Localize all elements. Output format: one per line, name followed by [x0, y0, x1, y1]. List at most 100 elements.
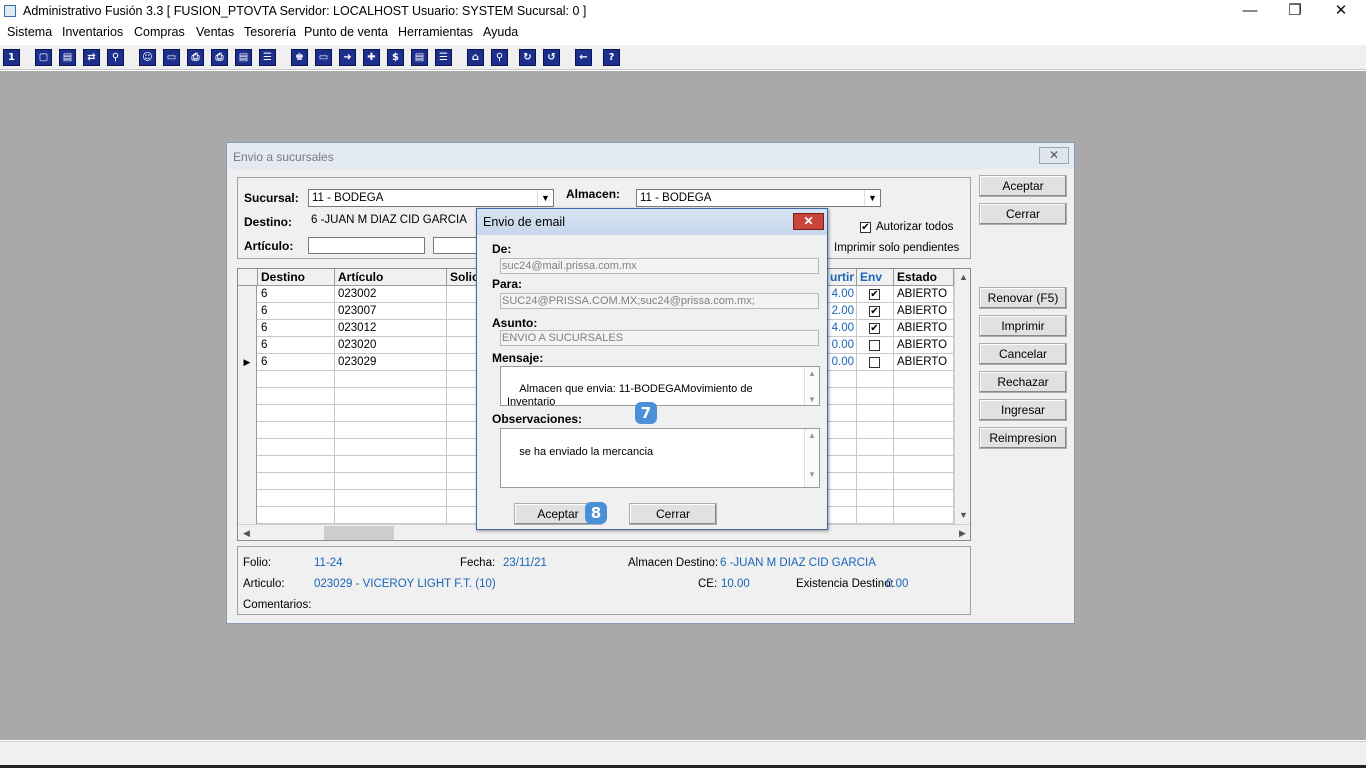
cell-estado[interactable]: ABIERTO — [894, 320, 954, 337]
scroll-right-icon[interactable]: ▶ — [954, 525, 970, 540]
refresh-icon[interactable]: ↻ — [519, 49, 536, 66]
cell-destino[interactable] — [258, 405, 335, 422]
aceptar-button[interactable]: Aceptar — [979, 175, 1067, 197]
home-icon[interactable]: ⌂ — [467, 49, 484, 66]
cell-env[interactable] — [857, 337, 894, 354]
autorizar-todos-checkbox[interactable]: ✔ — [860, 222, 871, 233]
cell-surtir[interactable]: 0.00 — [827, 354, 857, 371]
header-env[interactable]: Env — [857, 269, 894, 286]
header-destino[interactable]: Destino — [258, 269, 335, 286]
env-checkbox[interactable]: ✔ — [869, 323, 880, 334]
transfer-icon[interactable]: ⇄ — [83, 49, 100, 66]
table-icon[interactable]: ☰ — [435, 49, 452, 66]
cell-destino[interactable]: 6 — [258, 320, 335, 337]
cell-estado[interactable] — [894, 490, 954, 507]
row-header[interactable] — [238, 456, 257, 473]
renovar-button[interactable]: Renovar (F5) — [979, 287, 1067, 309]
asunto-field[interactable]: ENVIO A SUCURSALES — [500, 330, 819, 346]
people-icon[interactable]: ♚ — [291, 49, 308, 66]
menu-ventas[interactable]: Ventas — [196, 25, 234, 39]
cell-surtir[interactable] — [827, 405, 857, 422]
cell-destino[interactable]: 6 — [258, 354, 335, 371]
cell-articulo[interactable] — [335, 439, 447, 456]
cell-articulo[interactable]: 023029 — [335, 354, 447, 371]
cerrar-button[interactable]: Cerrar — [979, 203, 1067, 225]
cell-surtir[interactable]: 0.00 — [827, 337, 857, 354]
undo-icon[interactable]: ↺ — [543, 49, 560, 66]
zoom-icon[interactable]: ⚲ — [491, 49, 508, 66]
cell-env[interactable]: ✔ — [857, 303, 894, 320]
money-icon[interactable]: $ — [387, 49, 404, 66]
cell-surtir[interactable] — [827, 490, 857, 507]
cell-articulo[interactable] — [335, 422, 447, 439]
row-header[interactable] — [238, 405, 257, 422]
cell-surtir[interactable]: 4.00 — [827, 286, 857, 303]
menu-inventarios[interactable]: Inventarios — [62, 25, 123, 39]
email-close-button[interactable]: ✕ — [793, 213, 824, 230]
cell-estado[interactable] — [894, 388, 954, 405]
env-checkbox[interactable]: ✔ — [869, 306, 880, 317]
cell-surtir[interactable] — [827, 456, 857, 473]
header-estado[interactable]: Estado — [894, 269, 954, 286]
row-header[interactable] — [238, 320, 257, 337]
reimpresion-button[interactable]: Reimpresion — [979, 427, 1067, 449]
copy-icon[interactable]: ▢ — [35, 49, 52, 66]
ingresar-button[interactable]: Ingresar — [979, 399, 1067, 421]
cell-estado[interactable] — [894, 405, 954, 422]
cell-estado[interactable] — [894, 422, 954, 439]
mensaje-textarea[interactable]: Almacen que envia: 11-BODEGAMovimiento d… — [500, 366, 820, 406]
memo-scrollbar[interactable]: ▲ ▼ — [804, 367, 819, 405]
cell-estado[interactable] — [894, 439, 954, 456]
card-icon[interactable]: ▭ — [315, 49, 332, 66]
cell-env[interactable] — [857, 490, 894, 507]
cell-articulo[interactable] — [335, 473, 447, 490]
env-checkbox[interactable]: ✔ — [869, 289, 880, 300]
maximize-button[interactable]: ❐ — [1272, 0, 1318, 23]
cell-destino[interactable] — [258, 507, 335, 524]
export-icon[interactable]: ➜ — [339, 49, 356, 66]
row-header[interactable]: ▶ — [238, 354, 257, 371]
cell-estado[interactable]: ABIERTO — [894, 337, 954, 354]
doc-icon[interactable]: ▤ — [235, 49, 252, 66]
cell-env[interactable]: ✔ — [857, 320, 894, 337]
cell-env[interactable] — [857, 354, 894, 371]
cell-env[interactable] — [857, 405, 894, 422]
chevron-down-icon[interactable]: ▼ — [864, 190, 880, 206]
email-cerrar-button[interactable]: Cerrar — [629, 503, 717, 525]
env-checkbox[interactable] — [869, 340, 880, 351]
minimize-button[interactable]: — — [1227, 0, 1273, 23]
menu-sistema[interactable]: Sistema — [7, 25, 52, 39]
almacen-select[interactable]: 11 - BODEGA ▼ — [636, 189, 881, 207]
para-field[interactable]: SUC24@PRISSA.COM.MX;suc24@prissa.com.mx; — [500, 293, 819, 309]
row-header[interactable] — [238, 286, 257, 303]
imprimir-button[interactable]: Imprimir — [979, 315, 1067, 337]
calc-icon[interactable]: 1 — [3, 49, 20, 66]
memo-scrollbar[interactable]: ▲ ▼ — [804, 429, 819, 487]
list-icon[interactable]: ☰ — [259, 49, 276, 66]
menu-compras[interactable]: Compras — [134, 25, 185, 39]
row-header[interactable] — [238, 388, 257, 405]
cell-articulo[interactable]: 023007 — [335, 303, 447, 320]
cell-surtir[interactable] — [827, 473, 857, 490]
header-articulo[interactable]: Artículo — [335, 269, 447, 286]
folder-icon[interactable]: ▭ — [163, 49, 180, 66]
cell-articulo[interactable] — [335, 405, 447, 422]
sucursal-select[interactable]: 11 - BODEGA ▼ — [308, 189, 554, 207]
cell-env[interactable] — [857, 371, 894, 388]
row-header[interactable] — [238, 303, 257, 320]
row-header[interactable] — [238, 371, 257, 388]
menu-punto-de-venta[interactable]: Punto de venta — [304, 25, 388, 39]
cell-surtir[interactable] — [827, 439, 857, 456]
scroll-down-icon[interactable]: ▼ — [955, 507, 970, 524]
cell-surtir[interactable] — [827, 371, 857, 388]
cell-destino[interactable] — [258, 388, 335, 405]
help-icon[interactable]: ? — [603, 49, 620, 66]
cell-env[interactable] — [857, 439, 894, 456]
cell-destino[interactable] — [258, 439, 335, 456]
grid-vertical-scrollbar[interactable]: ▲ ▼ — [954, 269, 970, 524]
cell-surtir[interactable]: 2.00 — [827, 303, 857, 320]
cell-estado[interactable]: ABIERTO — [894, 354, 954, 371]
cell-destino[interactable] — [258, 490, 335, 507]
search-icon[interactable]: ⚲ — [107, 49, 124, 66]
row-header[interactable] — [238, 507, 257, 524]
